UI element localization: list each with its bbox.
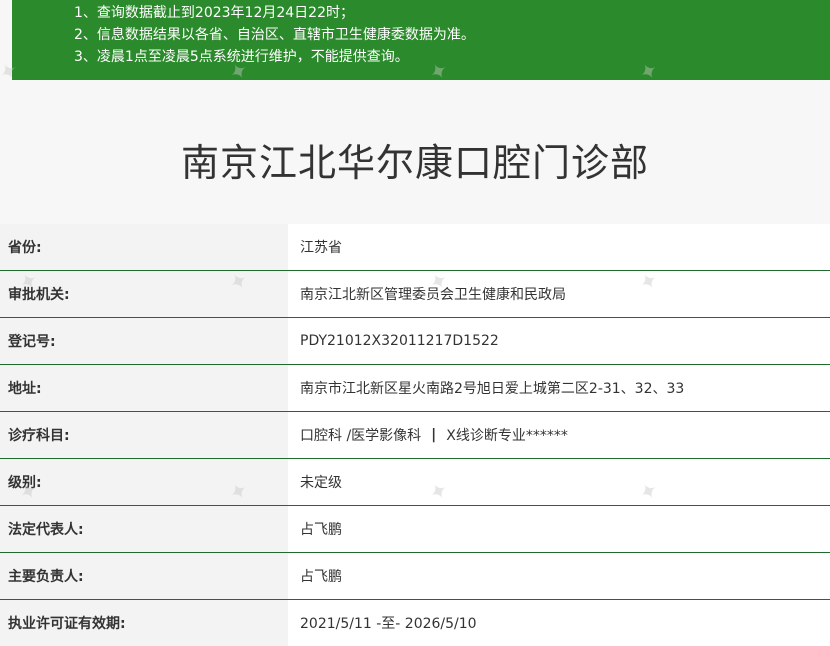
row-value: PDY21012X32011217D1522	[288, 318, 830, 364]
table-row-principal: 主要负责人: 占飞鹏	[0, 553, 830, 600]
table-row-license-validity: 执业许可证有效期: 2021/5/11 -至- 2026/5/10	[0, 600, 830, 646]
table-row-departments: 诊疗科目: 口腔科 /医学影像科 | X线诊断专业******	[0, 412, 830, 459]
page-title: 南京江北华尔康口腔门诊部	[180, 141, 649, 185]
department-separator: |	[431, 427, 437, 443]
row-label: 主要负责人:	[0, 553, 288, 599]
row-label: 审批机关:	[0, 271, 288, 317]
row-value: 占飞鹏	[288, 506, 830, 552]
table-row-level: 级别: 未定级	[0, 459, 830, 506]
row-label: 执业许可证有效期:	[0, 600, 288, 646]
table-row-registration: 登记号: PDY21012X32011217D1522	[0, 318, 830, 365]
row-value: 南京江北新区管理委员会卫生健康和民政局	[288, 271, 830, 317]
row-value: 占飞鹏	[288, 553, 830, 599]
notice-line: 1、查询数据截止到2023年12月24日22时；	[74, 5, 354, 21]
row-label: 诊疗科目:	[0, 412, 288, 458]
row-value: 南京市江北新区星火南路2号旭日爱上城第二区2-31、32、33	[288, 365, 830, 411]
table-row-legal-rep: 法定代表人: 占飞鹏	[0, 506, 830, 553]
table-row-authority: 审批机关: 南京江北新区管理委员会卫生健康和民政局	[0, 271, 830, 318]
row-label: 省份:	[0, 224, 288, 270]
row-value: 江苏省	[288, 224, 830, 270]
department-secondary: X线诊断专业******	[446, 428, 568, 444]
row-label: 法定代表人:	[0, 506, 288, 552]
row-label: 级别:	[0, 459, 288, 505]
notice-line: 2、信息数据结果以各省、自治区、直辖市卫生健康委数据为准。	[74, 27, 475, 43]
table-row-address: 地址: 南京市江北新区星火南路2号旭日爱上城第二区2-31、32、33	[0, 365, 830, 412]
table-row-province: 省份: 江苏省	[0, 224, 830, 271]
department-primary: 口腔科 /医学影像科	[300, 428, 422, 444]
row-value: 2021/5/11 -至- 2026/5/10	[288, 600, 830, 646]
row-value: 未定级	[288, 459, 830, 505]
info-table: 省份: 江苏省 审批机关: 南京江北新区管理委员会卫生健康和民政局 登记号: P…	[0, 224, 830, 646]
row-label: 登记号:	[0, 318, 288, 364]
page: 1、查询数据截止到2023年12月24日22时； 2、信息数据结果以各省、自治区…	[0, 0, 830, 646]
row-label: 地址:	[0, 365, 288, 411]
notice-banner: 1、查询数据截止到2023年12月24日22时； 2、信息数据结果以各省、自治区…	[12, 0, 830, 80]
row-value: 口腔科 /医学影像科 | X线诊断专业******	[288, 412, 830, 458]
notice-line: 3、凌晨1点至凌晨5点系统进行维护，不能提供查询。	[74, 49, 409, 65]
